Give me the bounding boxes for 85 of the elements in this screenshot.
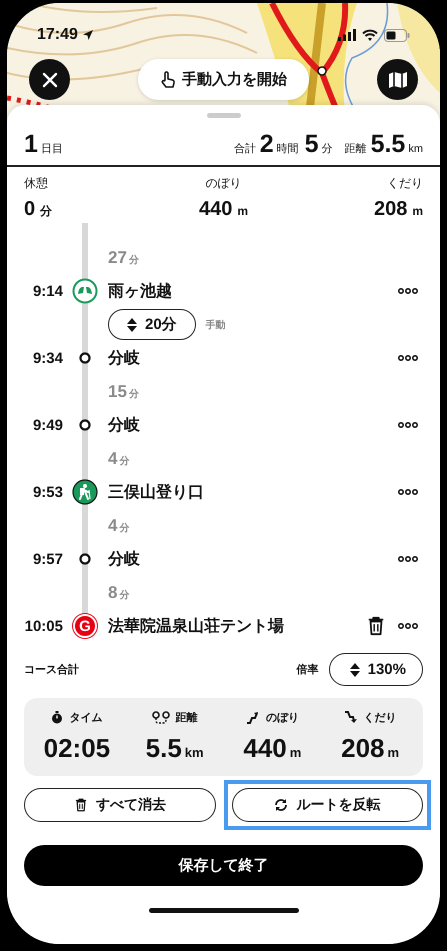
distance-unit: km [408, 143, 423, 155]
action-button[interactable]: すべて消去 [24, 788, 216, 822]
more-icon[interactable] [398, 489, 418, 496]
hours-unit: 時間 [276, 142, 299, 156]
close-icon [42, 72, 58, 88]
total-label: タイム [69, 711, 102, 725]
day-unit: 日目 [40, 142, 63, 156]
waypoint-name[interactable]: 分岐 [103, 348, 398, 369]
total-label: のぼり [266, 711, 299, 725]
trash-icon[interactable] [366, 616, 386, 636]
hiker-icon [72, 479, 98, 506]
rate-button[interactable]: 130% [328, 653, 423, 686]
waypoint-time: 10:05 [24, 618, 64, 635]
up-down-icon [127, 318, 137, 332]
goal-badge: G [73, 614, 97, 638]
segment-duration: 8分 [107, 582, 130, 603]
more-icon[interactable] [398, 556, 418, 562]
course-total-label: コース合計 [24, 662, 79, 677]
segment-duration: 4分 [107, 516, 130, 536]
ascent-icon [246, 711, 260, 724]
waypoint-name[interactable]: 雨ヶ池越 [103, 280, 398, 302]
rest-note: 手動 [206, 318, 226, 332]
stat-unit: m [412, 204, 423, 218]
waypoint-time: 9:14 [32, 282, 64, 300]
total-value: 208 [341, 733, 385, 763]
stopwatch-icon [51, 711, 64, 724]
signal-icon [338, 29, 356, 41]
total-label: くだり [364, 711, 397, 725]
waypoint-name[interactable]: 法華院温泉山荘テント場 [103, 616, 366, 637]
stat-value: 440 [198, 198, 232, 220]
waypoint-name[interactable]: 三俣山登り口 [103, 482, 398, 503]
waypoint-name[interactable]: 分岐 [103, 548, 398, 570]
segment-duration: 4分 [107, 448, 130, 469]
segment-duration: 15分 [107, 382, 140, 402]
total-unit: m [290, 745, 302, 760]
stat-label: のぼり [206, 175, 242, 192]
total-value: 440 [243, 733, 287, 763]
descent-icon [344, 711, 358, 724]
hand-pointer-icon [160, 70, 176, 88]
more-icon[interactable] [398, 288, 418, 294]
total-label: 距離 [176, 710, 198, 725]
more-icon[interactable] [398, 623, 418, 630]
total-value: 5.5 [146, 733, 182, 763]
stat-label: くだり [387, 175, 423, 192]
more-icon[interactable] [398, 355, 418, 362]
up-down-icon [350, 662, 360, 676]
minutes-value: 5 [304, 130, 319, 159]
rate-label: 倍率 [296, 662, 319, 677]
total-value: 02:05 [44, 733, 110, 763]
waypoint-circle-icon [79, 553, 91, 566]
pins-icon [152, 711, 170, 724]
total-unit: km [184, 745, 204, 760]
map-icon [388, 70, 408, 88]
action-button[interactable]: ルートを反転 [232, 788, 423, 822]
stat-label: 休憩 [24, 175, 49, 192]
save-button[interactable]: 保存して終了 [24, 845, 423, 886]
waypoint-circle-icon [79, 419, 91, 432]
reverse-icon [274, 798, 288, 812]
distance-value: 5.5 [370, 130, 406, 159]
distance-label: 距離 [344, 142, 367, 156]
trash-icon[interactable] [74, 798, 88, 812]
status-time: 17:49 [37, 26, 78, 44]
total-label: 合計 [234, 142, 256, 156]
stat-value: 0 [24, 198, 36, 220]
hours-value: 2 [260, 130, 274, 159]
day-number: 1 [24, 130, 38, 159]
wifi-icon [362, 29, 378, 41]
total-unit: m [388, 745, 400, 760]
waypoint-name[interactable]: 分岐 [103, 414, 398, 436]
waypoint-circle-icon [79, 352, 91, 364]
waypoint-time: 9:34 [32, 350, 64, 367]
minutes-unit: 分 [322, 142, 333, 156]
battery-icon [384, 28, 410, 42]
rest-time-button[interactable]: 20分 [108, 309, 196, 340]
stat-unit: 分 [40, 204, 52, 218]
spring-icon [72, 278, 98, 304]
more-icon[interactable] [398, 422, 418, 428]
waypoint-time: 9:57 [32, 550, 64, 568]
manual-input-button[interactable]: 手動入力を開始 [138, 59, 309, 100]
location-arrow-icon [82, 29, 94, 41]
stat-unit: m [237, 204, 248, 218]
waypoint-time: 9:49 [32, 416, 64, 434]
stat-value: 208 [374, 198, 408, 220]
segment-duration: 27分 [107, 248, 140, 268]
waypoint-time: 9:53 [32, 484, 64, 501]
